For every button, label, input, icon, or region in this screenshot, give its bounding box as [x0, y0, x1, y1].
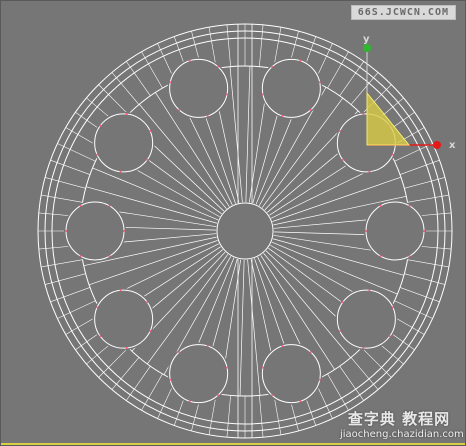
viewport-top[interactable]: y x 66S.JCWCN.COM 查字典 教程网 jiaocheng.chaz…: [0, 0, 466, 446]
viewport-frame: [0, 0, 466, 446]
